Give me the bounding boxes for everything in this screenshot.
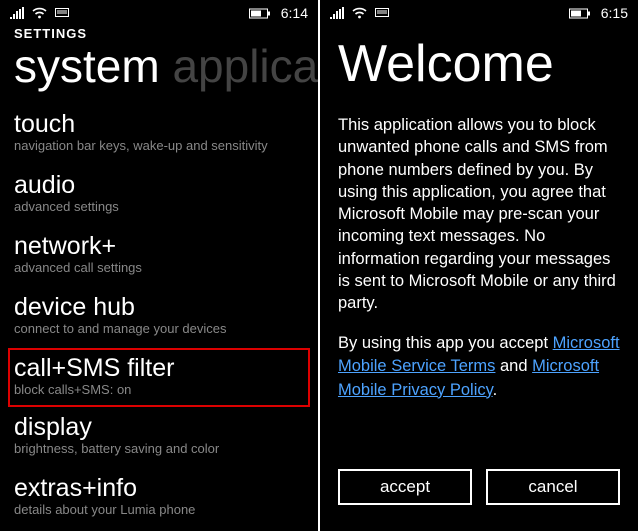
setting-audio[interactable]: audio advanced settings (14, 165, 304, 226)
settings-screen: 6:14 SETTINGS system applicati touch nav… (0, 0, 318, 531)
pivot-active[interactable]: system (14, 41, 160, 92)
setting-subtitle: advanced call settings (14, 260, 304, 276)
message-icon (55, 8, 69, 19)
message-icon (375, 8, 389, 19)
pivot-header[interactable]: system applicati (0, 41, 318, 104)
page-title: Welcome (320, 24, 638, 114)
page-header-small: SETTINGS (0, 24, 318, 41)
setting-title: audio (14, 171, 304, 200)
setting-subtitle: advanced settings (14, 199, 304, 215)
setting-subtitle: block calls+SMS: on (14, 382, 304, 398)
signal-icon (330, 7, 344, 19)
terms-and: and (495, 357, 532, 375)
pivot-inactive[interactable]: applicati (160, 41, 318, 92)
cancel-button[interactable]: cancel (486, 469, 620, 505)
setting-device-hub[interactable]: device hub connect to and manage your de… (14, 287, 304, 348)
setting-subtitle: brightness, battery saving and color (14, 441, 304, 457)
welcome-screen: 6:15 Welcome This application allows you… (320, 0, 638, 531)
status-bar: 6:15 (320, 0, 638, 24)
setting-network-plus[interactable]: network+ advanced call settings (14, 226, 304, 287)
setting-title: display (14, 413, 304, 442)
setting-title: network+ (14, 232, 304, 261)
setting-title: call+SMS filter (14, 354, 304, 383)
terms-prefix: By using this app you accept (338, 334, 553, 352)
status-bar: 6:14 (0, 0, 318, 24)
welcome-body-text: This application allows you to block unw… (320, 114, 638, 314)
wifi-icon (352, 7, 367, 19)
wifi-icon (32, 7, 47, 19)
setting-touch[interactable]: touch navigation bar keys, wake-up and s… (14, 104, 304, 165)
setting-display[interactable]: display brightness, battery saving and c… (14, 407, 304, 468)
terms-period: . (493, 381, 498, 399)
button-row: accept cancel (338, 469, 620, 505)
setting-title: extras+info (14, 474, 304, 503)
setting-subtitle: details about your Lumia phone (14, 502, 304, 518)
accept-button[interactable]: accept (338, 469, 472, 505)
settings-list: touch navigation bar keys, wake-up and s… (0, 104, 318, 529)
setting-subtitle: navigation bar keys, wake-up and sensiti… (14, 138, 304, 154)
setting-subtitle: connect to and manage your devices (14, 321, 304, 337)
battery-icon (569, 8, 591, 19)
battery-icon (249, 8, 271, 19)
clock: 6:15 (601, 5, 628, 21)
setting-title: touch (14, 110, 304, 139)
welcome-terms-text: By using this app you accept Microsoft M… (320, 314, 638, 401)
clock: 6:14 (281, 5, 308, 21)
setting-title: device hub (14, 293, 304, 322)
setting-call-sms-filter[interactable]: call+SMS filter block calls+SMS: on (8, 348, 310, 407)
setting-extras-info[interactable]: extras+info details about your Lumia pho… (14, 468, 304, 529)
signal-icon (10, 7, 24, 19)
